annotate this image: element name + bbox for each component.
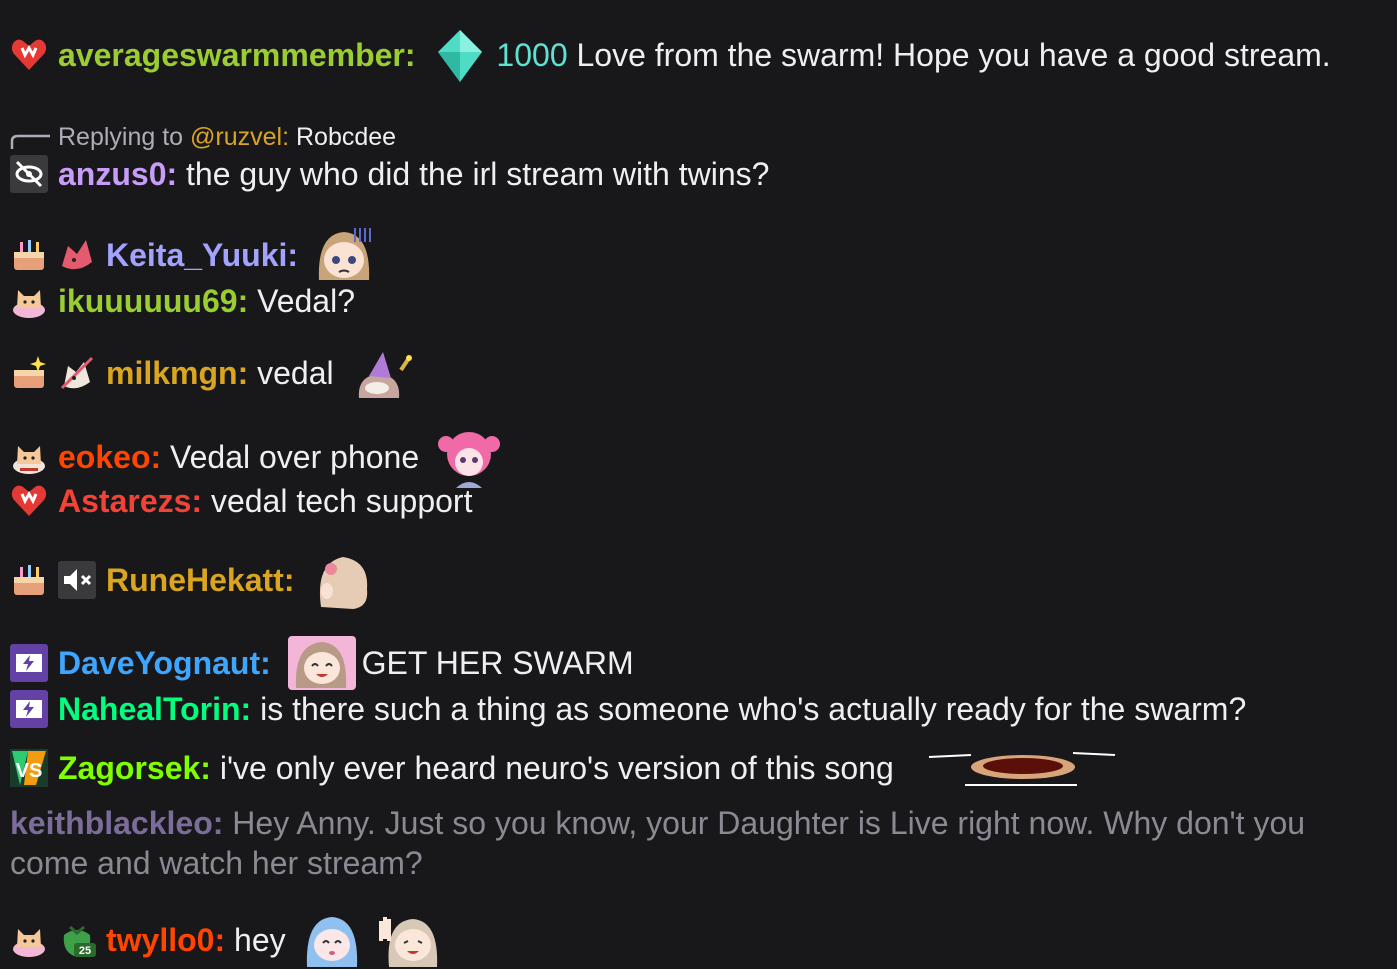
message-text: Vedal?: [257, 283, 355, 319]
bits-gem-icon[interactable]: [432, 28, 488, 84]
message-text: GET HER SWARM: [361, 645, 634, 681]
chat-message: NahealTorin: is there such a thing as so…: [10, 689, 1391, 729]
username[interactable]: DaveYognaut:: [58, 645, 271, 681]
wizard-turtle-emote[interactable]: [349, 350, 415, 400]
svg-text:VS: VS: [16, 760, 43, 782]
chat-message: milkmgn: vedal: [10, 350, 1391, 400]
message-text: hey: [234, 922, 286, 958]
message-text: vedal tech support: [210, 483, 473, 519]
anime-girl-stressed-emote[interactable]: [313, 224, 375, 284]
cat-cake-badge-icon[interactable]: [10, 282, 48, 320]
message-text: vedal: [257, 355, 334, 391]
heart-badge-icon[interactable]: [10, 36, 48, 74]
reply-mention[interactable]: @ruzvel:: [190, 123, 289, 151]
username[interactable]: averageswarmmember:: [58, 37, 416, 73]
chat-message: DaveYognaut: GET HER SWARM: [10, 634, 1391, 692]
username[interactable]: Keita_Yuuki:: [106, 237, 298, 273]
chat-message: Astarezs: vedal tech support: [10, 481, 1391, 521]
vs-badge-icon[interactable]: VS: [10, 749, 48, 787]
chat-message: VS Zagorsek: i've only ever heard neuro'…: [10, 747, 1391, 791]
message-text: Vedal over phone: [170, 439, 420, 475]
flying-pie-emote[interactable]: [927, 747, 1117, 791]
username[interactable]: Zagorsek:: [58, 750, 211, 786]
reply-text: Robcdee: [296, 123, 397, 151]
chat-message: ikuuuuuu69: Vedal?: [10, 281, 1391, 321]
username[interactable]: NahealTorin:: [58, 691, 251, 727]
username[interactable]: milkmgn:: [106, 355, 248, 391]
bits-amount: 1000: [496, 37, 568, 73]
username[interactable]: ikuuuuuu69:: [58, 283, 248, 319]
username[interactable]: Astarezs:: [58, 483, 202, 519]
strawberry-25-badge-icon[interactable]: 25: [58, 921, 96, 959]
fox-badge-icon[interactable]: [58, 236, 96, 274]
svg-text:25: 25: [79, 945, 91, 957]
reply-context[interactable]: Replying to @ruzvel: Robcdee: [10, 122, 396, 152]
message-text: i've only ever heard neuro's version of …: [219, 750, 894, 786]
eye-slash-badge-icon[interactable]: [10, 155, 48, 193]
reply-prefix: Replying to: [58, 123, 184, 151]
cake-badge-icon[interactable]: [10, 561, 48, 599]
chat-message: 25 twyllo0: hey: [10, 911, 1391, 969]
reply-arrow-icon: [10, 134, 50, 149]
prime-battery-badge-icon[interactable]: [10, 690, 48, 728]
message-text: Love from the swarm! Hope you have a goo…: [576, 37, 1331, 73]
cake-sparkle-badge-icon[interactable]: [10, 354, 48, 392]
username[interactable]: RuneHekatt:: [106, 562, 294, 598]
fox-sword-badge-icon[interactable]: [58, 354, 96, 392]
prime-battery-badge-icon[interactable]: [10, 644, 48, 682]
blue-hair-girl-emote[interactable]: [301, 911, 363, 969]
girl-wave-emote[interactable]: [377, 911, 443, 969]
muted-speaker-badge-icon[interactable]: [58, 561, 96, 599]
chat-message: averageswarmmember: 1000 Love from the s…: [10, 28, 1391, 84]
chat-message: Keita_Yuuki:: [10, 224, 1391, 284]
anime-girl-happy-emote[interactable]: [286, 634, 358, 692]
username[interactable]: keithblackleo:: [10, 805, 223, 841]
heart-badge-icon[interactable]: [10, 482, 48, 520]
message-text: is there such a thing as someone who's a…: [260, 691, 1247, 727]
username[interactable]: anzus0:: [58, 156, 177, 192]
username[interactable]: eokeo:: [58, 439, 161, 475]
anime-girl-back-emote[interactable]: [309, 549, 375, 611]
chat-message: anzus0: the guy who did the irl stream w…: [10, 154, 1391, 194]
chat-message: keithblackleo: Hey Anny. Just so you kno…: [10, 803, 1391, 883]
chat-message: RuneHekatt:: [10, 549, 1391, 611]
cat-cake-badge-icon[interactable]: [10, 921, 48, 959]
cake-badge-icon[interactable]: [10, 236, 48, 274]
message-text: the guy who did the irl stream with twin…: [186, 156, 770, 192]
cat-cake-badge-icon[interactable]: [10, 438, 48, 476]
username[interactable]: twyllo0:: [106, 922, 225, 958]
